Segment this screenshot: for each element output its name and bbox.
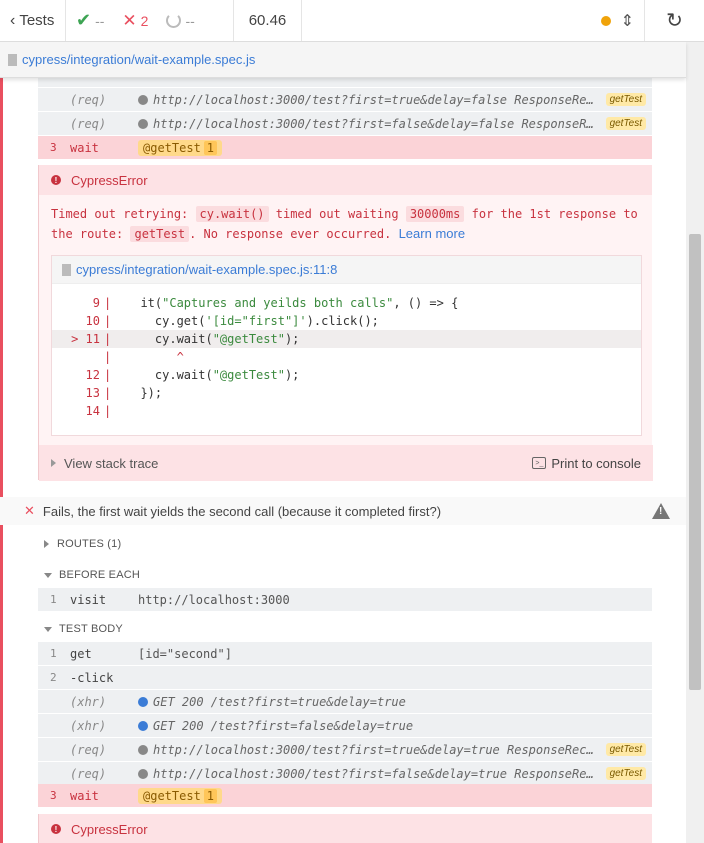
chevron-right-icon	[51, 459, 56, 467]
terminal-icon: >_	[532, 457, 547, 469]
view-stack-trace-toggle[interactable]: View stack trace	[51, 456, 158, 471]
pending-stat: --	[166, 13, 195, 29]
code-line: 10 | cy.get('[id="first"]').click();	[85, 314, 379, 328]
status-dot-icon	[138, 696, 148, 707]
scrollbar-thumb[interactable]	[689, 234, 701, 690]
before-each-section-toggle[interactable]: BEFORE EACH	[44, 569, 140, 581]
chevron-down-icon	[44, 572, 52, 578]
code-snippet: 9 | it("Captures and yeilds both calls", …	[52, 284, 641, 432]
command-row-visit[interactable]: 1 visit http://localhost:3000	[38, 588, 652, 612]
error-header: ! CypressError	[39, 814, 652, 843]
code-line: 12 | cy.wait("@getTest");	[85, 368, 300, 382]
failed-test-stripe	[0, 78, 3, 497]
error-icon: !	[51, 175, 61, 185]
alias-badge: @getTest 1	[138, 787, 223, 804]
alias-badge: getTest	[605, 93, 646, 106]
file-icon	[62, 263, 71, 276]
pending-circle-icon	[166, 13, 182, 28]
running-status-dot-icon	[600, 15, 611, 26]
status-dot-icon	[138, 768, 148, 779]
reporter-header: ‹ Tests ✔ -- ✕ 2 -- 60.46 ⇕ ↻	[0, 0, 704, 42]
error-header: ! CypressError	[39, 165, 652, 195]
chevron-down-icon	[44, 626, 52, 632]
status-dot-icon	[138, 94, 148, 105]
code-frame-file-link[interactable]: cypress/integration/wait-example.spec.js…	[52, 256, 641, 284]
print-to-console-button[interactable]: >_ Print to console	[532, 456, 641, 471]
x-icon: ✕	[122, 10, 137, 30]
test-body-section-toggle[interactable]: TEST BODY	[44, 623, 123, 635]
passed-stat: ✔ --	[76, 10, 105, 30]
status-dot-icon	[138, 118, 148, 129]
code-line-current: > 11 | cy.wait("@getTest");	[52, 330, 641, 348]
error-footer: View stack trace >_ Print to console	[39, 445, 653, 481]
chevron-right-icon	[44, 540, 49, 548]
duration: 60.46	[234, 0, 302, 41]
command-row-click[interactable]: 2 -click	[38, 666, 652, 690]
file-icon	[8, 53, 17, 66]
alias-badge: @getTest 1	[138, 139, 223, 156]
controls: ⇕	[591, 0, 644, 41]
command-row-wait-failed[interactable]: 3 wait @getTest 1	[38, 784, 652, 808]
auto-scroll-toggle-icon[interactable]: ⇕	[621, 11, 634, 31]
chevron-left-icon: ‹	[10, 11, 16, 29]
command-row-req[interactable]: (req) http://localhost:3000/test?first=f…	[38, 762, 652, 786]
check-icon: ✔	[76, 10, 92, 30]
command-row-xhr[interactable]: (xhr) GET 200 /test?first=false&delay=tr…	[38, 714, 652, 738]
status-dot-icon	[138, 744, 148, 755]
fail-x-icon: ✕	[24, 503, 35, 518]
command-row-wait-failed[interactable]: 3 wait @getTest 1	[38, 136, 652, 160]
learn-more-link[interactable]: Learn more	[399, 226, 465, 241]
command-row-req[interactable]: (req) http://localhost:3000/test?first=t…	[38, 738, 652, 762]
failed-test-stripe	[0, 525, 3, 843]
alias-badge: getTest	[605, 743, 646, 756]
code-line: 13 | });	[85, 386, 163, 400]
error-message: Timed out retrying: cy.wait() timed out …	[51, 206, 638, 242]
spec-file-header[interactable]: cypress/integration/wait-example.spec.js	[0, 42, 686, 78]
error-panel: ! CypressError	[38, 814, 652, 843]
code-line: 14 |	[85, 404, 112, 418]
code-line-caret: | ^	[104, 350, 184, 364]
status-dot-icon	[138, 720, 148, 731]
back-to-tests-button[interactable]: ‹ Tests	[0, 0, 66, 41]
warning-icon[interactable]	[652, 503, 670, 519]
test-title-row[interactable]: ✕ Fails, the first wait yields the secon…	[0, 497, 686, 525]
alias-badge: getTest	[605, 767, 646, 780]
code-line: 9 | it("Captures and yeilds both calls", …	[92, 296, 459, 310]
command-row-get[interactable]: 1 get [id="second"]	[38, 642, 652, 666]
test-title: Fails, the first wait yields the second …	[42, 503, 442, 519]
command-row-xhr[interactable]: (xhr) GET 200 /test?first=true&delay=tru…	[38, 690, 652, 714]
error-panel: ! CypressError Timed out retrying: cy.wa…	[38, 165, 653, 481]
command-row-req[interactable]: (req) http://localhost:3000/test?first=t…	[38, 88, 652, 112]
code-frame: cypress/integration/wait-example.spec.js…	[51, 255, 642, 436]
stats: ✔ -- ✕ 2 --	[66, 0, 234, 41]
command-log[interactable]: (req) http://localhost:3000/test?first=t…	[0, 0, 686, 843]
scrollbar[interactable]	[686, 42, 704, 843]
command-row-req[interactable]: (req) http://localhost:3000/test?first=f…	[38, 112, 652, 136]
rerun-button[interactable]: ↻	[644, 0, 704, 41]
alias-badge: getTest	[605, 117, 646, 130]
reload-icon: ↻	[666, 10, 683, 32]
routes-section-toggle[interactable]: ROUTES (1)	[44, 538, 121, 550]
failed-stat: ✕ 2	[122, 10, 149, 30]
error-icon: !	[51, 824, 61, 834]
